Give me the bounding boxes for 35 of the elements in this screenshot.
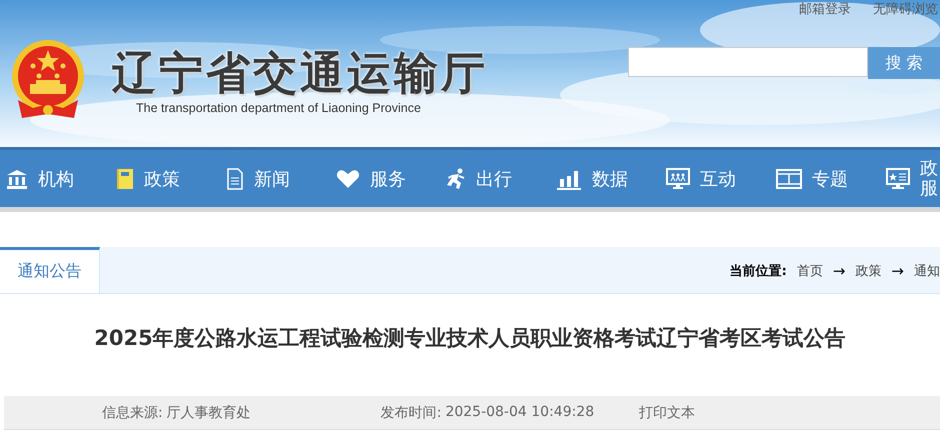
breadcrumb-label: 当前位置:	[730, 263, 787, 280]
print-link[interactable]: 打印文本	[639, 404, 696, 422]
section-tab[interactable]: 通知公告	[0, 247, 100, 293]
nav-item[interactable]: 政服	[880, 158, 940, 198]
nav-item[interactable]: 机构	[0, 166, 110, 190]
breadcrumb-link[interactable]: 首页	[796, 262, 823, 280]
article-title: 2025年度公路水运工程试验检测专业技术人员职业资格考试辽宁省考区考试公告	[93, 325, 847, 352]
meta-label: 信息来源:	[102, 404, 163, 422]
meta-value: 厅人事教育处	[166, 404, 251, 422]
meta-value: 2025-08-04 10:49:28	[445, 404, 594, 422]
nav-item[interactable]: 出行	[440, 166, 550, 190]
search-field[interactable]	[628, 47, 868, 77]
monitor-icon	[666, 168, 690, 190]
document-icon	[226, 168, 244, 190]
nav-item[interactable]: 数据	[550, 166, 660, 190]
notebook-icon	[116, 168, 134, 190]
nav-item[interactable]: 服务	[330, 166, 440, 190]
nav-item[interactable]: 新闻	[220, 166, 330, 190]
monitor-icon	[886, 168, 910, 190]
breadcrumb-link[interactable]: 通知	[914, 262, 940, 280]
breadcrumb-link[interactable]: 政策	[855, 262, 882, 280]
top-link[interactable]: 邮箱登录	[799, 0, 851, 18]
nav-item[interactable]: 政策	[110, 166, 220, 190]
site-subtitle: The transportation department of Liaoning Province	[136, 100, 422, 114]
meta-label: 发布时间:	[380, 404, 442, 422]
film-icon	[776, 168, 802, 188]
breadcrumb-separator: →	[891, 262, 904, 280]
heart-icon	[336, 168, 360, 188]
nav-item[interactable]: 互动	[660, 166, 770, 190]
search-button[interactable]: 搜 索	[868, 47, 940, 79]
site-title: 辽宁省交通运输厅	[112, 46, 488, 100]
nav-item[interactable]: 专题	[770, 166, 880, 190]
runner-icon	[446, 168, 466, 190]
breadcrumb-separator: →	[832, 262, 846, 280]
building-icon	[6, 168, 28, 188]
